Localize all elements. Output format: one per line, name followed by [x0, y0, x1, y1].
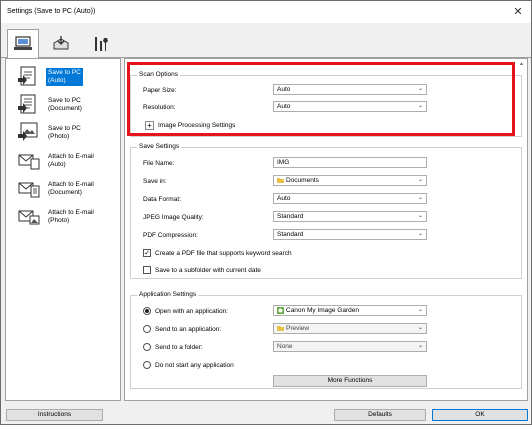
file-name-label: File Name:	[143, 159, 175, 167]
defaults-button[interactable]: Defaults	[334, 409, 426, 421]
scroll-up-icon[interactable]: ▲	[519, 61, 524, 67]
scan-from-panel-icon	[53, 35, 69, 49]
save-in-row: Save in:	[143, 175, 167, 187]
subfolder-label[interactable]: Save to a subfolder with current date	[155, 267, 261, 274]
general-settings-icon	[95, 36, 108, 51]
sidebar-item-email-auto[interactable]: Attach to E-mail (Auto)	[8, 147, 118, 175]
open-app-radio[interactable]	[143, 307, 151, 315]
sidebar-item-save-pc-auto[interactable]: Save to PC (Auto)	[8, 63, 118, 91]
subfolder-row[interactable]: Save to a subfolder with current date	[143, 264, 261, 276]
title-bar: Settings (Save to PC (Auto)) ✕	[1, 1, 531, 23]
data-format-row: Data Format:	[143, 193, 181, 205]
save-photo-icon	[16, 121, 42, 145]
sidebar-item-email-photo[interactable]: Attach to E-mail (Photo)	[8, 203, 118, 231]
sidebar-item-label: Save to PC (Auto)	[46, 68, 83, 86]
keyword-pdf-label[interactable]: Create a PDF file that supports keyword …	[155, 250, 292, 257]
send-app-row[interactable]: Send to an application:	[143, 323, 221, 335]
chevron-down-icon: ⌄	[417, 231, 423, 237]
sidebar-item-label: Attach to E-mail (Auto)	[48, 153, 94, 168]
chevron-down-icon: ⌄	[417, 195, 423, 201]
subfolder-checkbox[interactable]	[143, 266, 151, 274]
folder-icon	[277, 178, 284, 184]
chevron-down-icon: ⌄	[417, 177, 423, 183]
pdf-compression-label: PDF Compression:	[143, 231, 198, 239]
save-in-select[interactable]: Documents ⌄	[273, 175, 427, 186]
preview-app-icon	[277, 326, 284, 332]
pdf-compression-row: PDF Compression:	[143, 229, 198, 241]
save-in-value: Documents	[286, 177, 319, 184]
send-folder-label[interactable]: Send to a folder:	[155, 344, 203, 351]
keyword-pdf-checkbox[interactable]: ✓	[143, 249, 151, 257]
pdf-compression-value: Standard	[277, 231, 304, 238]
send-folder-row[interactable]: Send to a folder:	[143, 341, 203, 353]
save-in-label: Save in:	[143, 177, 167, 185]
send-folder-value: None	[277, 343, 293, 350]
jpeg-quality-row: JPEG Image Quality:	[143, 211, 204, 223]
jpeg-quality-value: Standard	[277, 213, 304, 220]
save-document-icon	[16, 93, 42, 117]
open-app-value: Canon My Image Garden	[286, 307, 359, 314]
sidebar-item-label: Attach to E-mail (Document)	[48, 181, 94, 196]
jpeg-quality-label: JPEG Image Quality:	[143, 213, 204, 221]
data-format-value: Auto	[277, 195, 291, 202]
tab-scan-from-panel[interactable]	[45, 29, 77, 58]
chevron-down-icon: ⌄	[417, 307, 423, 313]
settings-window: Settings (Save to PC (Auto)) ✕ Save to P…	[0, 0, 532, 425]
open-app-label[interactable]: Open with an application:	[155, 308, 228, 315]
window-title: Settings (Save to PC (Auto))	[7, 8, 96, 15]
tab-scan-from-computer[interactable]	[7, 29, 39, 59]
file-name-value: IMG	[277, 159, 290, 166]
no-app-row[interactable]: Do not start any application	[143, 359, 234, 371]
tab-general-settings[interactable]	[85, 29, 117, 58]
send-app-select[interactable]: Preview ⌄	[273, 323, 427, 334]
ok-button[interactable]: OK	[432, 409, 528, 421]
chevron-down-icon: ⌄	[417, 213, 423, 219]
keyword-pdf-row[interactable]: ✓ Create a PDF file that supports keywor…	[143, 247, 292, 259]
data-format-label: Data Format:	[143, 195, 181, 203]
application-settings-group: Application Settings Open with an applic…	[130, 291, 522, 389]
jpeg-quality-select[interactable]: Standard ⌄	[273, 211, 427, 222]
close-button[interactable]: ✕	[509, 5, 527, 19]
application-settings-title: Application Settings	[137, 291, 199, 298]
open-app-row[interactable]: Open with an application:	[143, 305, 228, 317]
scan-type-list: Save to PC (Auto) Save to PC (Document) …	[5, 58, 121, 401]
chevron-down-icon: ⌄	[417, 343, 423, 349]
save-settings-group: Save Settings File Name: IMG Save in: Do…	[130, 143, 522, 279]
sidebar-item-label: Attach to E-mail (Photo)	[48, 209, 94, 224]
send-app-radio[interactable]	[143, 325, 151, 333]
send-app-label[interactable]: Send to an application:	[155, 326, 221, 333]
more-functions-button[interactable]: More Functions	[273, 375, 427, 387]
data-format-select[interactable]: Auto ⌄	[273, 193, 427, 204]
send-app-value: Preview	[286, 325, 310, 332]
save-settings-title: Save Settings	[137, 143, 182, 150]
send-folder-select[interactable]: None ⌄	[273, 341, 427, 352]
open-app-select[interactable]: Canon My Image Garden ⌄	[273, 305, 427, 316]
send-folder-radio[interactable]	[143, 343, 151, 351]
sidebar-item-email-document[interactable]: Attach to E-mail (Document)	[8, 175, 118, 203]
no-app-label[interactable]: Do not start any application	[155, 362, 234, 369]
email-photo-icon	[16, 205, 42, 229]
scan-from-computer-icon	[14, 36, 32, 50]
pdf-compression-select[interactable]: Standard ⌄	[273, 229, 427, 240]
tab-bar	[1, 24, 531, 59]
chevron-down-icon: ⌄	[417, 325, 423, 331]
scan-options-highlight-box	[127, 62, 515, 136]
no-app-radio[interactable]	[143, 361, 151, 369]
email-document-icon	[16, 177, 42, 201]
sidebar-item-label: Save to PC (Document)	[48, 97, 82, 112]
email-auto-icon	[16, 149, 42, 173]
my-image-garden-icon	[277, 306, 284, 314]
instructions-button[interactable]: Instructions	[6, 409, 103, 421]
file-name-input[interactable]: IMG	[273, 157, 427, 168]
sidebar-item-label: Save to PC (Photo)	[48, 125, 81, 140]
sidebar-item-save-pc-photo[interactable]: Save to PC (Photo)	[8, 119, 118, 147]
sidebar-item-save-pc-document[interactable]: Save to PC (Document)	[8, 91, 118, 119]
file-name-row: File Name:	[143, 157, 174, 169]
save-auto-icon	[16, 65, 42, 89]
